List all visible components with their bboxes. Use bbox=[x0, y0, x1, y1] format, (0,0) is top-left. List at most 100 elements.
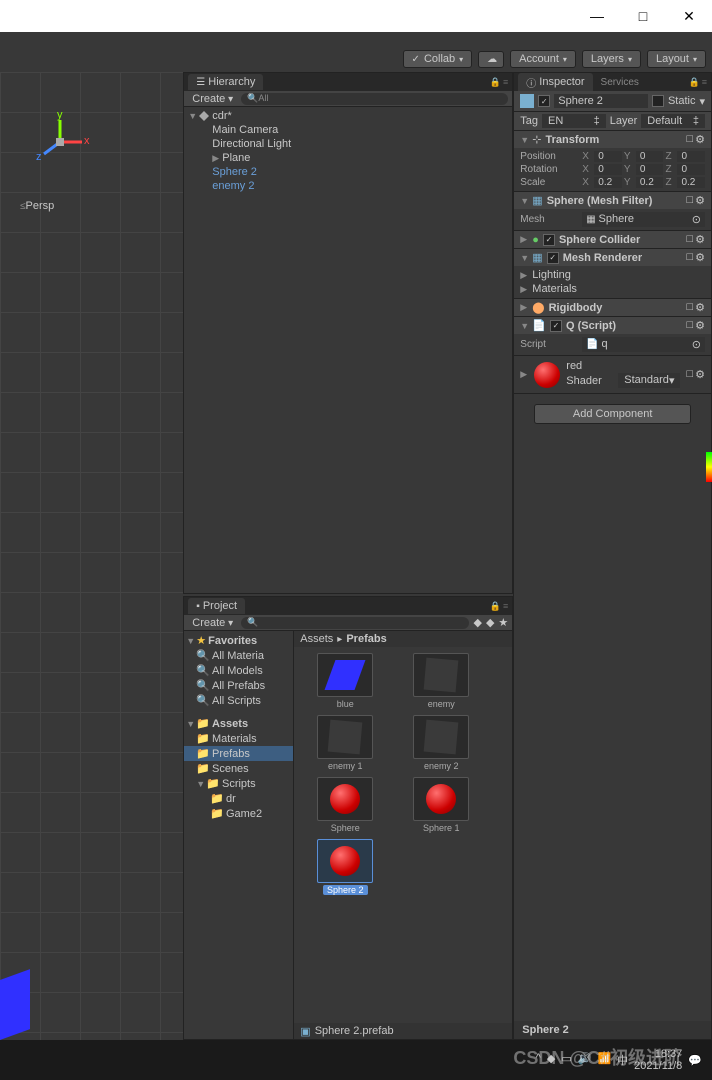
script-header[interactable]: ▼📄✓Q (Script)□⚙ bbox=[514, 317, 711, 334]
folder-item[interactable]: 📁Materials bbox=[184, 731, 293, 746]
hierarchy-item[interactable]: Directional Light bbox=[184, 137, 512, 151]
rigidbody-header[interactable]: ▶⬤Rigidbody□⚙ bbox=[514, 299, 711, 316]
fav-item[interactable]: 🔍All Models bbox=[184, 663, 293, 678]
lock-icon[interactable]: 🔒 bbox=[490, 601, 501, 612]
add-component-button[interactable]: Add Component bbox=[534, 404, 691, 424]
pos-y-field[interactable]: 0 bbox=[636, 151, 664, 162]
menu-icon[interactable]: ≡ bbox=[503, 77, 508, 88]
project-tab[interactable]: ▪ Project bbox=[188, 598, 245, 614]
asset-item[interactable]: enemy 1 bbox=[300, 715, 390, 771]
favorite-icon[interactable]: ★ bbox=[498, 616, 508, 629]
scene-root[interactable]: ▼ cdr* bbox=[184, 109, 512, 123]
assets-header[interactable]: ▼📁 Assets bbox=[184, 716, 293, 731]
services-tab[interactable]: Services bbox=[593, 75, 647, 90]
collab-dropdown[interactable]: ✓ Collab▾ bbox=[403, 50, 473, 68]
project-search[interactable]: 🔍 bbox=[241, 617, 469, 629]
static-checkbox[interactable] bbox=[652, 95, 664, 107]
asset-item[interactable]: enemy 2 bbox=[396, 715, 486, 771]
filter-icon[interactable]: ◆ bbox=[486, 616, 494, 629]
gear-icon[interactable]: ⚙ bbox=[695, 251, 705, 264]
script-enabled-checkbox[interactable]: ✓ bbox=[550, 320, 562, 332]
menu-icon[interactable]: ≡ bbox=[503, 601, 508, 612]
menu-icon[interactable]: ≡ bbox=[702, 77, 707, 88]
persp-label[interactable]: ≤Persp bbox=[20, 200, 54, 212]
window-close-button[interactable]: ✕ bbox=[666, 0, 712, 32]
hierarchy-item[interactable]: Main Camera bbox=[184, 123, 512, 137]
cloud-button[interactable]: ☁ bbox=[478, 51, 504, 68]
inspector-tab[interactable]: ⓘ Inspector bbox=[518, 73, 592, 92]
folder-item[interactable]: 📁Scenes bbox=[184, 761, 293, 776]
material-foldout[interactable]: ▶ bbox=[520, 369, 528, 380]
collider-enabled-checkbox[interactable]: ✓ bbox=[543, 234, 555, 246]
hierarchy-item[interactable]: enemy 2 bbox=[184, 179, 512, 193]
mesh-field[interactable]: ▦ Sphere⊙ bbox=[582, 212, 705, 227]
folder-item[interactable]: 📁dr bbox=[184, 791, 293, 806]
gear-icon[interactable]: ⚙ bbox=[695, 233, 705, 246]
folder-item-selected[interactable]: 📁Prefabs bbox=[184, 746, 293, 761]
layer-dropdown[interactable]: Default‡ bbox=[641, 114, 705, 128]
layers-dropdown[interactable]: Layers▾ bbox=[582, 50, 641, 68]
help-icon[interactable]: □ bbox=[686, 194, 693, 207]
folder-item[interactable]: 📁Game2 bbox=[184, 806, 293, 821]
help-icon[interactable]: □ bbox=[686, 301, 693, 314]
asset-item[interactable]: Sphere 1 bbox=[396, 777, 486, 833]
account-dropdown[interactable]: Account▾ bbox=[510, 50, 576, 68]
pos-x-field[interactable]: 0 bbox=[594, 151, 622, 162]
hierarchy-tree[interactable]: ▼ cdr* Main Camera Directional Light ▶Pl… bbox=[184, 107, 512, 593]
favorites-header[interactable]: ▼★ Favorites bbox=[184, 633, 293, 648]
project-create-dropdown[interactable]: Create ▾ bbox=[188, 617, 237, 629]
hierarchy-tab[interactable]: ☰ Hierarchy bbox=[188, 74, 263, 90]
project-tree[interactable]: ▼★ Favorites 🔍All Materia 🔍All Models 🔍A… bbox=[184, 631, 294, 1039]
asset-item[interactable]: Sphere bbox=[300, 777, 390, 833]
scale-z-field[interactable]: 0.2 bbox=[677, 177, 705, 188]
create-dropdown[interactable]: Create ▾ bbox=[188, 93, 237, 105]
notification-icon[interactable]: 💬 bbox=[688, 1054, 702, 1067]
lighting-foldout[interactable]: ▶Lighting bbox=[520, 268, 705, 282]
fav-item[interactable]: 🔍All Scripts bbox=[184, 693, 293, 708]
scene-view[interactable]: y x z ≤Persp bbox=[0, 72, 183, 1040]
lock-icon[interactable]: 🔒 bbox=[689, 77, 700, 88]
help-icon[interactable]: □ bbox=[686, 319, 693, 332]
renderer-header[interactable]: ▼▦✓Mesh Renderer□⚙ bbox=[514, 249, 711, 266]
scene-gizmo[interactable]: y x z bbox=[30, 112, 90, 172]
help-icon[interactable]: □ bbox=[686, 368, 693, 381]
pos-z-field[interactable]: 0 bbox=[677, 151, 705, 162]
filter-icon[interactable]: ◆ bbox=[473, 616, 481, 629]
gear-icon[interactable]: ⚙ bbox=[695, 133, 705, 146]
fav-item[interactable]: 🔍All Prefabs bbox=[184, 678, 293, 693]
rot-y-field[interactable]: 0 bbox=[636, 164, 664, 175]
renderer-enabled-checkbox[interactable]: ✓ bbox=[547, 252, 559, 264]
help-icon[interactable]: □ bbox=[686, 251, 693, 264]
help-icon[interactable]: □ bbox=[686, 133, 693, 146]
asset-item-selected[interactable]: Sphere 2 bbox=[300, 839, 390, 895]
scale-y-field[interactable]: 0.2 bbox=[636, 177, 664, 188]
breadcrumb[interactable]: Assets ▸ Prefabs bbox=[294, 631, 512, 647]
meshfilter-header[interactable]: ▼▦Sphere (Mesh Filter)□⚙ bbox=[514, 192, 711, 209]
gameobject-name-field[interactable]: Sphere 2 bbox=[554, 94, 648, 108]
asset-item[interactable]: blue bbox=[300, 653, 390, 709]
script-field[interactable]: 📄 q⊙ bbox=[582, 337, 705, 352]
lock-icon[interactable]: 🔒 bbox=[490, 77, 501, 88]
scale-x-field[interactable]: 0.2 bbox=[594, 177, 622, 188]
rot-z-field[interactable]: 0 bbox=[677, 164, 705, 175]
materials-foldout[interactable]: ▶Materials bbox=[520, 282, 705, 296]
gear-icon[interactable]: ⚙ bbox=[695, 301, 705, 314]
gear-icon[interactable]: ⚙ bbox=[695, 368, 705, 381]
fav-item[interactable]: 🔍All Materia bbox=[184, 648, 293, 663]
hierarchy-item[interactable]: ▶Plane bbox=[184, 151, 512, 165]
window-minimize-button[interactable]: — bbox=[574, 0, 620, 32]
tag-dropdown[interactable]: EN‡ bbox=[542, 114, 606, 128]
asset-item[interactable]: enemy bbox=[396, 653, 486, 709]
gear-icon[interactable]: ⚙ bbox=[695, 319, 705, 332]
transform-header[interactable]: ▼⊹Transform□⚙ bbox=[514, 131, 711, 148]
rot-x-field[interactable]: 0 bbox=[594, 164, 622, 175]
active-checkbox[interactable]: ✓ bbox=[538, 95, 550, 107]
hierarchy-search[interactable]: 🔍All bbox=[241, 93, 508, 105]
layout-dropdown[interactable]: Layout▾ bbox=[647, 50, 706, 68]
shader-dropdown[interactable]: Standard▾ bbox=[618, 373, 680, 388]
folder-item[interactable]: ▼📁Scripts bbox=[184, 776, 293, 791]
asset-grid[interactable]: blue enemy enemy 1 enemy 2 Sphere Sphere… bbox=[294, 647, 512, 1023]
gear-icon[interactable]: ⚙ bbox=[695, 194, 705, 207]
window-maximize-button[interactable]: □ bbox=[620, 0, 666, 32]
collider-header[interactable]: ▶●✓Sphere Collider□⚙ bbox=[514, 231, 711, 248]
